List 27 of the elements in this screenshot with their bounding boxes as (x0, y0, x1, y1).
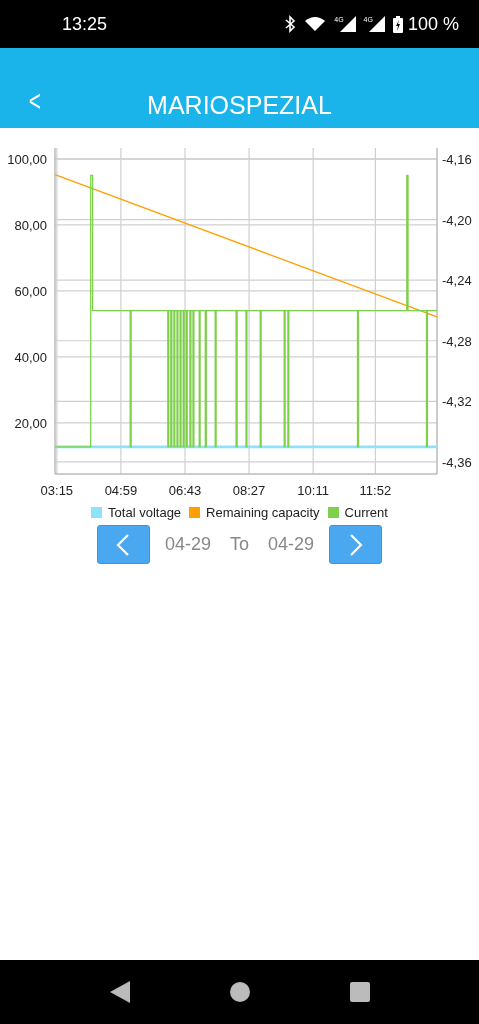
legend-label: Total voltage (108, 505, 182, 520)
y-tick-label: 60,00 (14, 283, 47, 299)
clock: 13:25 (62, 13, 108, 35)
y-tick-label: -4,16 (442, 152, 472, 168)
back-button[interactable]: < (25, 84, 44, 118)
end-date: 04-29 (268, 534, 315, 555)
x-tick-label: 06:43 (168, 483, 202, 495)
legend-label: Remaining capacity (206, 505, 320, 520)
battery-level: 100 % (407, 13, 459, 35)
y-tick-label: 100,00 (7, 151, 47, 167)
x-tick-label: 10:11 (297, 483, 329, 495)
y-tick-label: 20,00 (14, 415, 47, 431)
y-tick-label: -4,24 (442, 273, 472, 289)
screen-title: MARIOSPEZIAL (147, 91, 332, 120)
y-tick-label: -4,36 (442, 454, 472, 470)
x-tick-label: 11:52 (359, 483, 392, 495)
start-date: 04-29 (164, 534, 211, 555)
range-separator: To (230, 534, 249, 555)
x-tick-label: 03:15 (40, 483, 74, 495)
y-tick-label: -4,32 (442, 394, 472, 410)
y-tick-label: 80,00 (14, 217, 47, 233)
x-tick-label: 04:59 (104, 483, 138, 495)
y-tick-label: 40,00 (14, 349, 47, 365)
y-tick-label: -4,20 (442, 212, 472, 228)
y-tick-label: -4,28 (442, 333, 472, 349)
x-tick-label: 08:27 (232, 483, 266, 495)
legend-label: Current (344, 505, 388, 520)
